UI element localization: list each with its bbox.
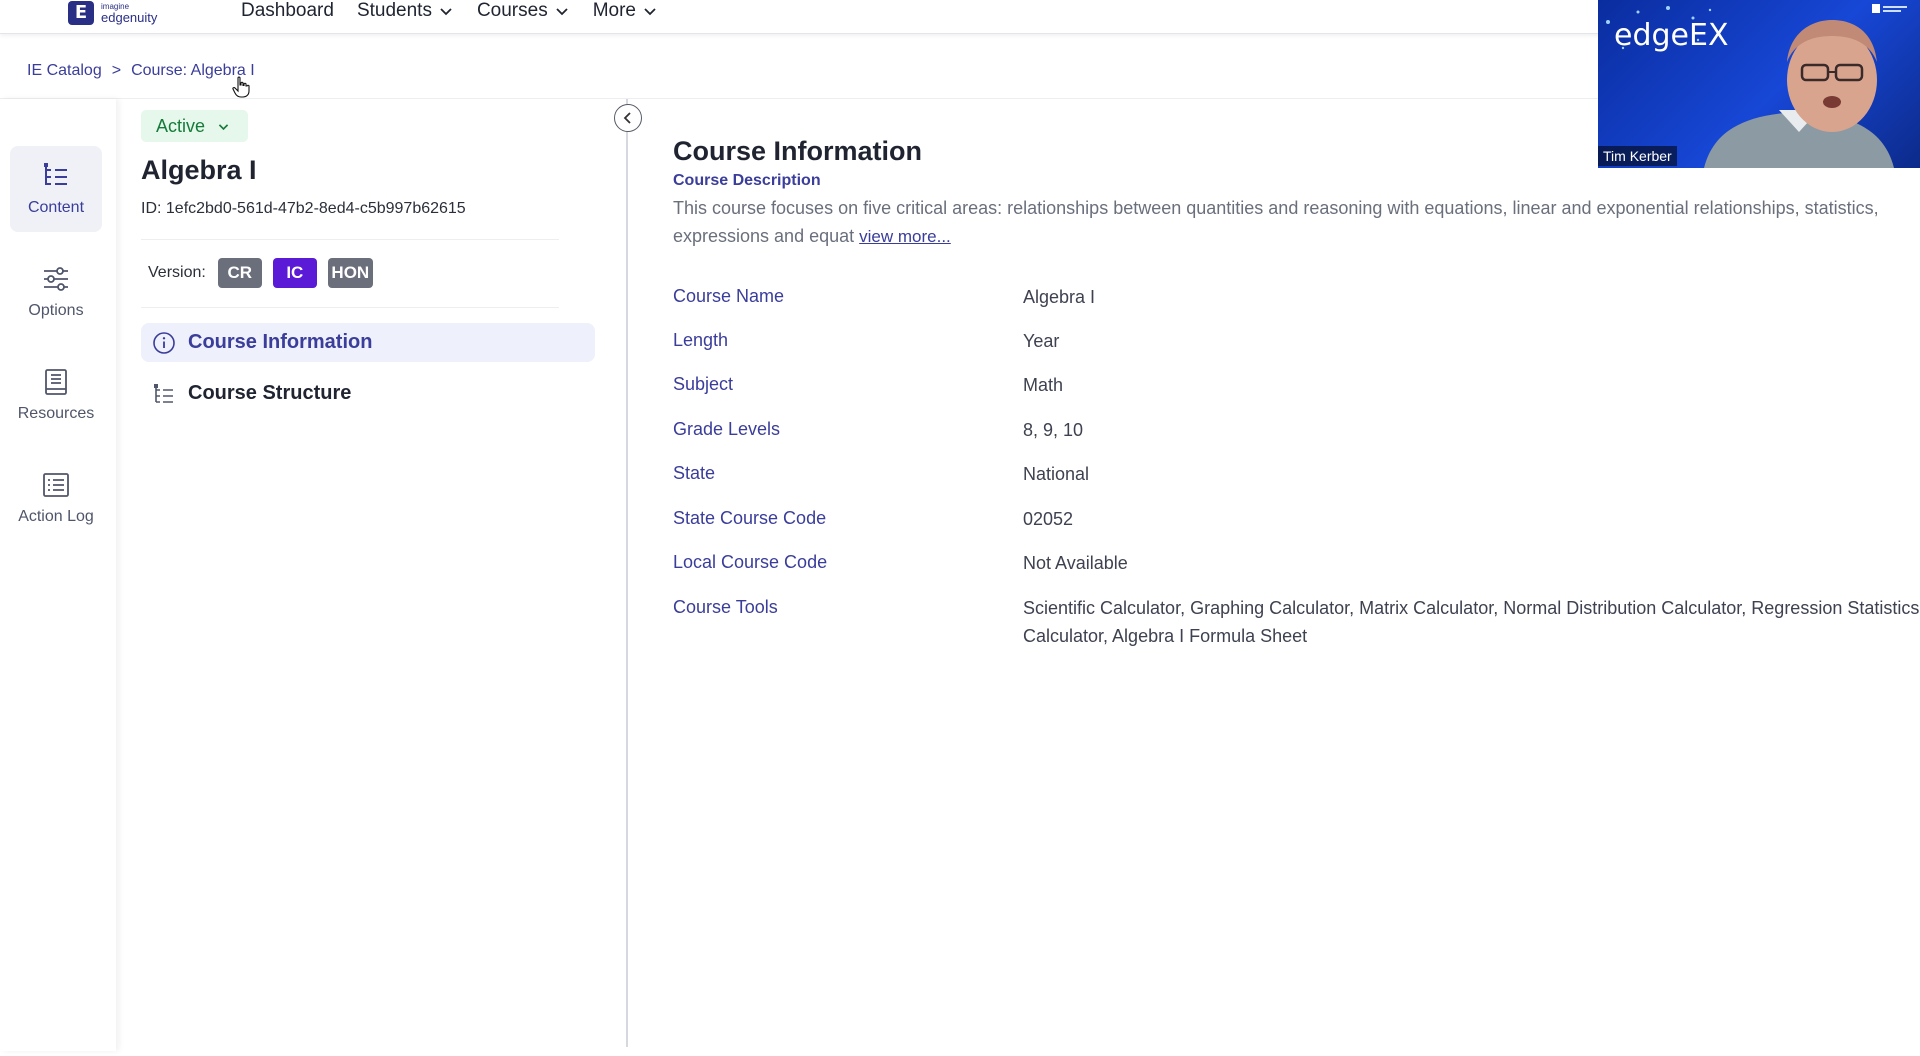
nav-courses[interactable]: Courses	[477, 0, 570, 22]
nav-students[interactable]: Students	[357, 0, 454, 22]
nav-courses-label: Courses	[476, 0, 548, 21]
nav-menu: Dashboard Students Courses More	[241, 0, 658, 22]
version-ic-button[interactable]: IC	[272, 258, 317, 288]
chevron-down-icon	[644, 8, 656, 16]
edgenuity-logo[interactable]: E imagine edgenuity	[68, 0, 157, 26]
info-value: Year	[1023, 331, 1060, 351]
description-body: This course focuses on five critical are…	[673, 198, 1879, 246]
info-label: State	[673, 463, 716, 483]
nav-more[interactable]: More	[593, 0, 658, 22]
section-course-information[interactable]: Course Information	[141, 323, 595, 362]
info-value: National	[1023, 464, 1090, 484]
nav-students-label: Students	[356, 0, 432, 21]
rail-item-resources-label: Resources	[17, 405, 95, 422]
section-course-structure[interactable]: Course Structure	[141, 374, 595, 413]
collapse-panel-button[interactable]	[614, 104, 642, 132]
info-label: Length	[673, 330, 729, 350]
course-title: Algebra I	[141, 155, 257, 185]
rail-item-options-label: Options	[28, 302, 84, 319]
rail-item-action-log[interactable]: Action Log	[10, 455, 102, 541]
participant-name: Tim Kerber	[1598, 146, 1677, 166]
version-label: Version:	[148, 264, 206, 281]
chevron-down-icon	[440, 8, 452, 16]
version-cr-button[interactable]: CR	[217, 258, 262, 288]
sliders-icon	[44, 267, 68, 291]
status-dropdown[interactable]: Active	[141, 110, 248, 142]
chevron-left-icon	[623, 112, 631, 124]
course-panel	[116, 99, 627, 1051]
info-value: Math	[1023, 375, 1064, 395]
chevron-down-icon	[218, 123, 229, 130]
logo-mark-icon: E	[68, 1, 94, 25]
info-label: State Course Code	[673, 508, 827, 528]
section-course-information-label: Course Information	[188, 331, 373, 353]
info-label: Grade Levels	[673, 419, 781, 439]
book-icon	[45, 369, 67, 395]
hand-cursor-icon	[232, 76, 250, 98]
info-value: Not Available	[1023, 553, 1128, 573]
status-label: Active	[156, 115, 206, 136]
rail-item-content[interactable]: Content	[10, 146, 102, 232]
divider	[141, 239, 559, 240]
logo-bottom-text: edgenuity	[101, 9, 158, 25]
info-value: Algebra I	[1023, 287, 1096, 307]
breadcrumb-separator: >	[111, 62, 122, 79]
main-title: Course Information	[673, 136, 923, 166]
version-hon-button[interactable]: HON	[327, 258, 373, 288]
breadcrumb-catalog-link[interactable]: IE Catalog	[27, 62, 102, 80]
left-rail: Content Options Resources Action Log	[0, 99, 116, 1051]
rail-item-content-label: Content	[27, 199, 85, 216]
participant-video-icon	[1704, 20, 1894, 168]
info-icon	[153, 331, 175, 354]
chevron-down-icon	[556, 8, 568, 16]
divider	[141, 307, 559, 308]
info-value: 02052	[1023, 509, 1074, 529]
view-more-link[interactable]: view more...	[859, 227, 951, 246]
info-value: Scientific Calculator, Graphing Calculat…	[1023, 598, 1920, 646]
description-label: Course Description	[673, 172, 821, 189]
structure-tree-icon	[154, 383, 173, 403]
panel-divider	[626, 99, 628, 1047]
list-icon	[43, 473, 69, 497]
info-label: Course Tools	[673, 597, 778, 617]
rail-item-action-log-label: Action Log	[18, 508, 94, 525]
info-value: 8, 9, 10	[1023, 420, 1084, 440]
nav-more-label: More	[592, 0, 636, 21]
version-selector: Version: CR IC HON	[148, 258, 373, 288]
nav-dashboard[interactable]: Dashboard	[241, 0, 334, 22]
nav-dashboard-label: Dashboard	[241, 0, 334, 21]
info-label: Local Course Code	[673, 552, 828, 572]
course-id: ID: 1efc2bd0-561d-47b2-8ed4-c5b997b62615	[141, 200, 466, 217]
description-text: This course focuses on five critical are…	[673, 194, 1920, 251]
info-label: Subject	[673, 374, 734, 394]
info-label: Course Name	[673, 286, 785, 306]
rail-item-options[interactable]: Options	[10, 249, 102, 335]
breadcrumb: IE Catalog > Course: Algebra I	[27, 62, 255, 80]
content-tree-icon	[44, 163, 67, 185]
rail-item-resources[interactable]: Resources	[10, 352, 102, 438]
corner-logo-icon	[1872, 4, 1907, 13]
video-overlay: edgeEX Tim Kerber	[1598, 0, 1920, 168]
section-course-structure-label: Course Structure	[188, 382, 352, 404]
